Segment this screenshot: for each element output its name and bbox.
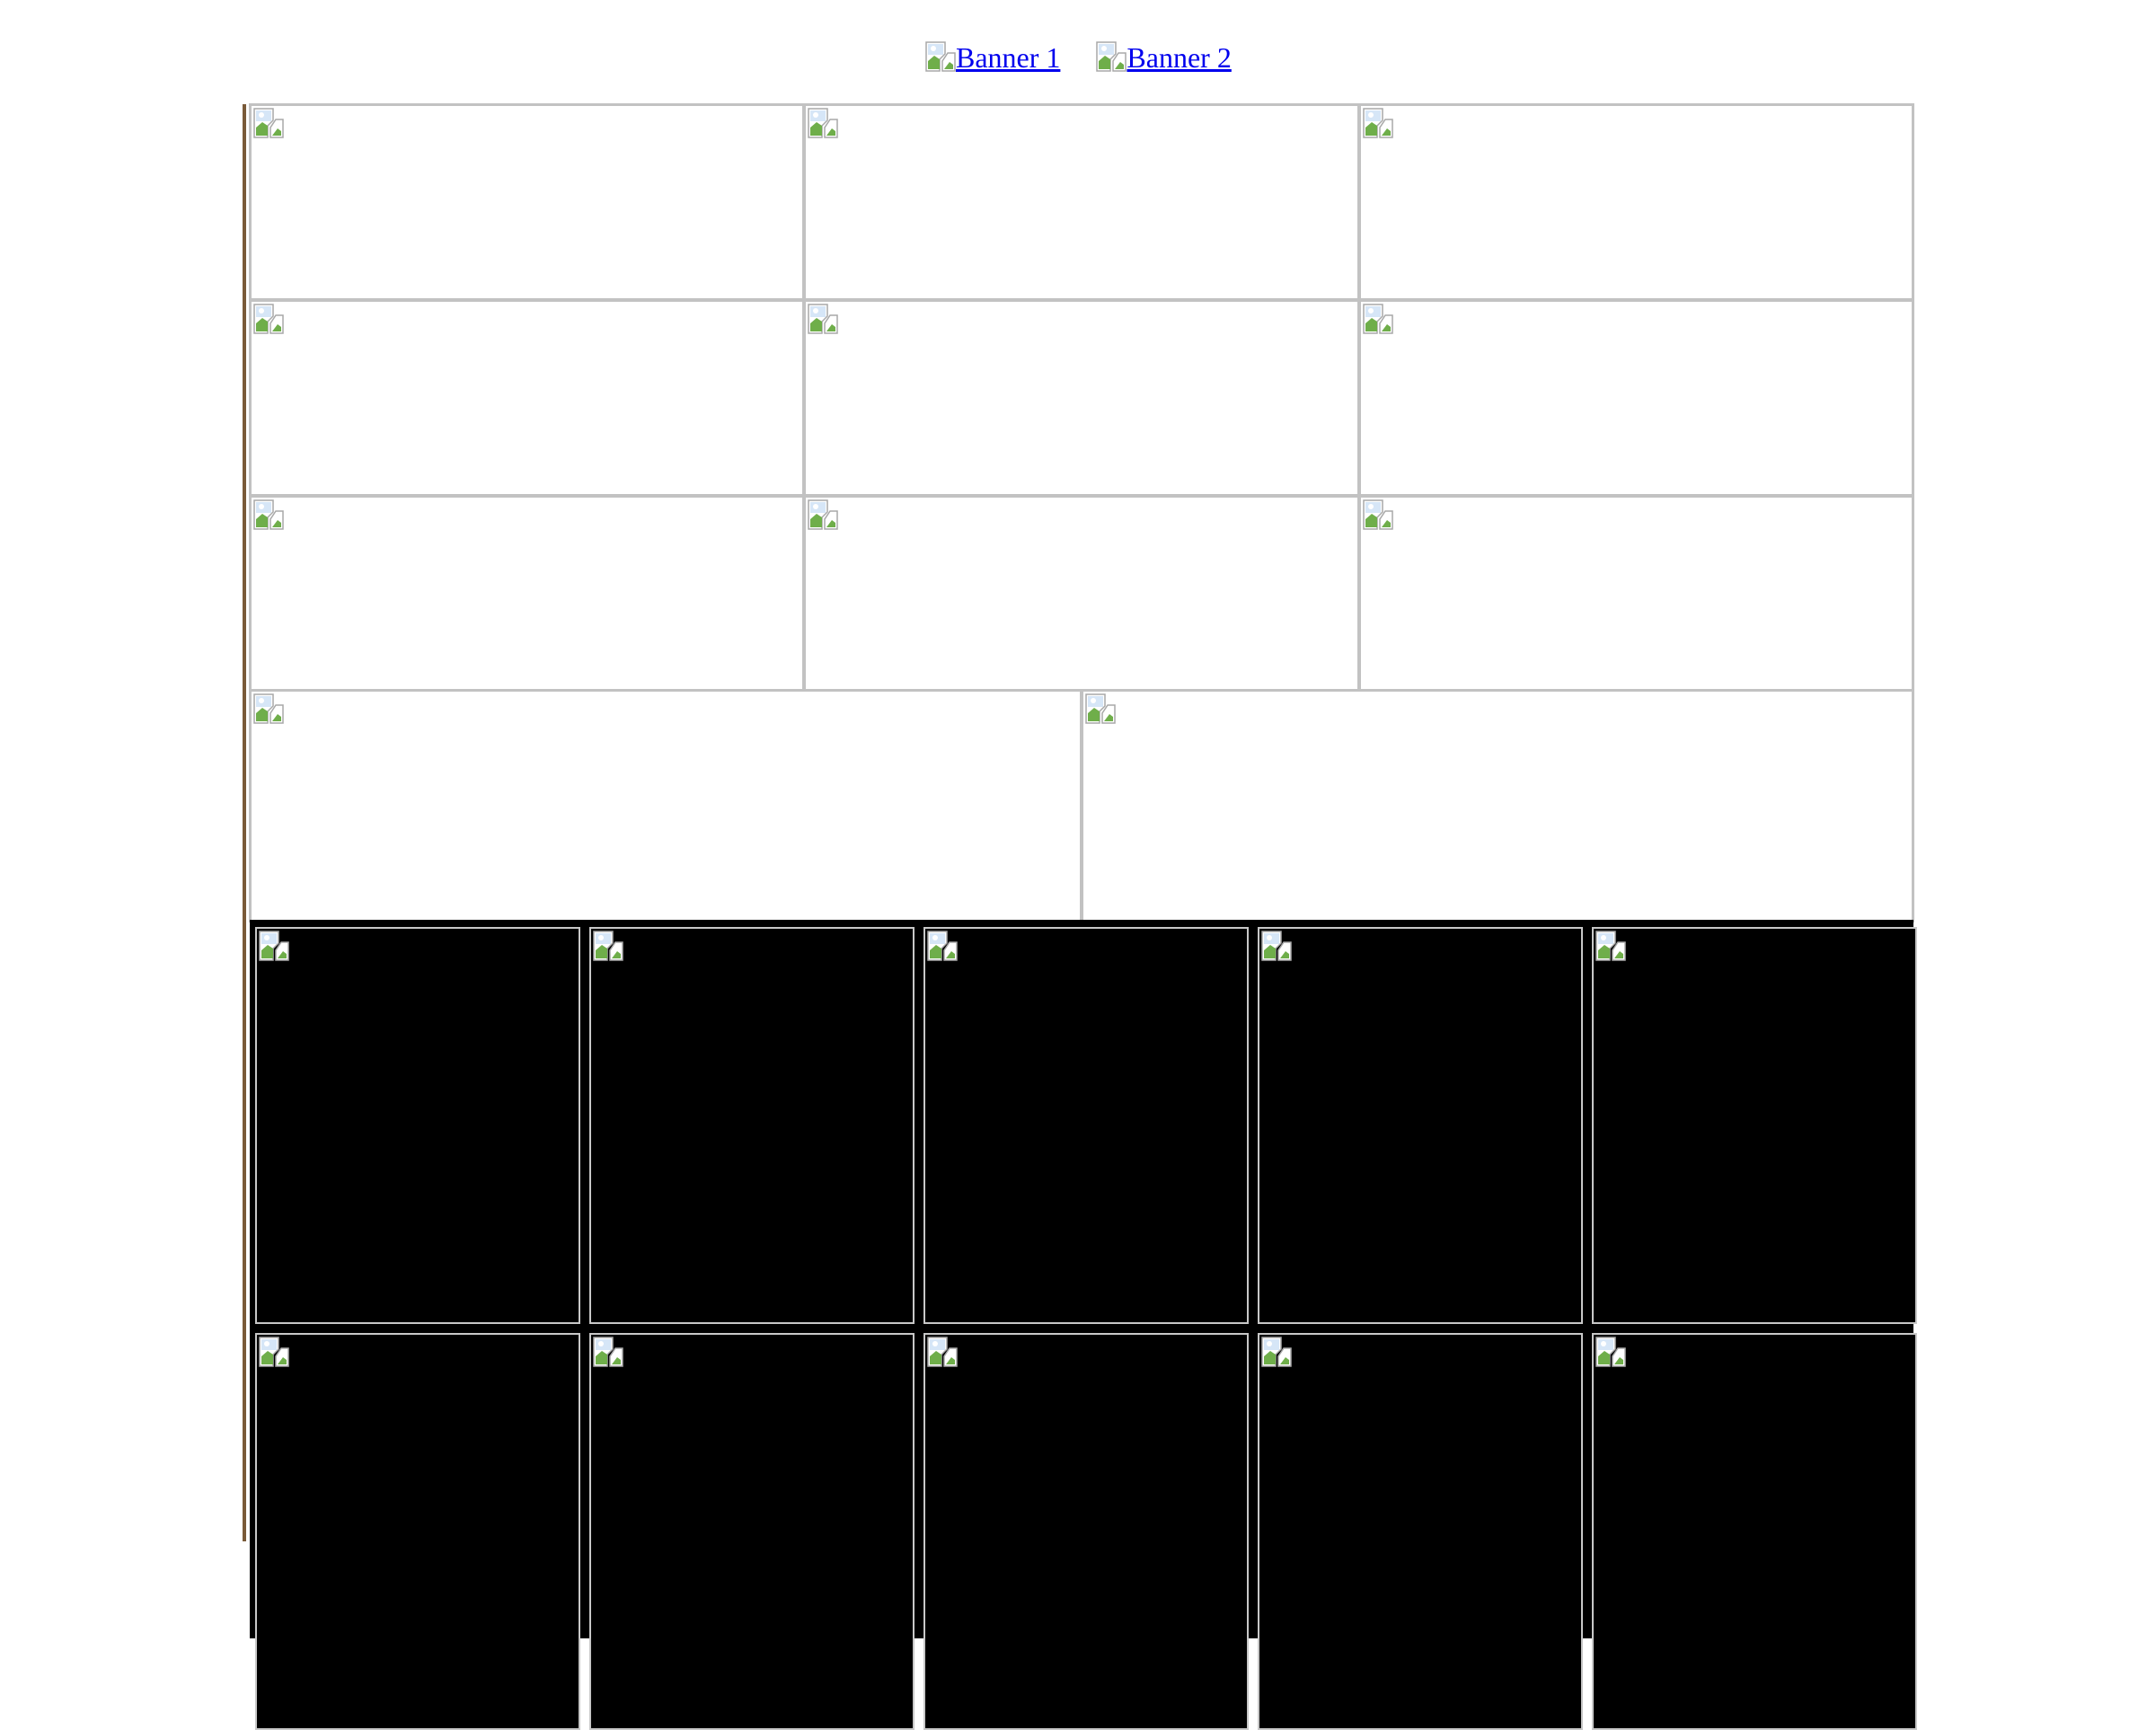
- thumbnail[interactable]: [923, 1333, 1249, 1730]
- image-cell[interactable]: [249, 103, 806, 301]
- broken-image-icon: [1595, 1337, 1626, 1367]
- broken-image-icon: [1362, 304, 1393, 334]
- broken-image-icon: [1362, 499, 1393, 530]
- broken-image-icon: [1261, 931, 1292, 961]
- image-cell[interactable]: [249, 495, 806, 693]
- image-cell[interactable]: [1357, 299, 1914, 497]
- broken-image-icon: [1085, 693, 1116, 724]
- thumbnail[interactable]: [1592, 927, 1917, 1324]
- wide-image-cell[interactable]: [1081, 689, 1914, 922]
- broken-image-icon: [1595, 931, 1626, 961]
- broken-image-icon: [259, 1337, 289, 1367]
- banner-row: Banner 1 Banner 2: [925, 34, 1232, 74]
- banner-1-label[interactable]: Banner 1: [956, 41, 1060, 74]
- broken-image-icon: [927, 931, 958, 961]
- broken-image-icon: [593, 1337, 623, 1367]
- broken-image-icon: [1362, 108, 1393, 138]
- banner-1-link[interactable]: Banner 1: [925, 41, 1060, 74]
- broken-image-icon: [253, 693, 284, 724]
- thumbnail[interactable]: [255, 927, 580, 1324]
- thumbnail[interactable]: [255, 1333, 580, 1730]
- image-cell[interactable]: [803, 299, 1360, 497]
- broken-image-icon: [253, 304, 284, 334]
- thumbnail[interactable]: [923, 927, 1249, 1324]
- banner-2-label[interactable]: Banner 2: [1127, 41, 1231, 74]
- thumbnail[interactable]: [1258, 1333, 1583, 1730]
- broken-image-icon: [808, 304, 839, 334]
- thumbnail[interactable]: [589, 927, 915, 1324]
- image-cell[interactable]: [1357, 103, 1914, 301]
- broken-image-icon: [1096, 41, 1127, 72]
- broken-image-icon: [259, 931, 289, 961]
- broken-image-icon: [925, 41, 956, 72]
- image-cell[interactable]: [1357, 495, 1914, 693]
- broken-image-icon: [593, 931, 623, 961]
- broken-image-icon: [808, 499, 839, 530]
- thumbnail[interactable]: [1258, 927, 1583, 1324]
- broken-image-icon: [927, 1337, 958, 1367]
- thumbnail-gallery: [250, 920, 1917, 1730]
- wide-image-cell[interactable]: [249, 689, 1082, 922]
- content-frame: [243, 103, 1917, 1730]
- thumbnail[interactable]: [589, 1333, 915, 1730]
- broken-image-icon: [808, 108, 839, 138]
- image-cell[interactable]: [803, 495, 1360, 693]
- broken-image-icon: [253, 108, 284, 138]
- banner-2-link[interactable]: Banner 2: [1096, 41, 1232, 74]
- broken-image-icon: [253, 499, 284, 530]
- image-cell[interactable]: [249, 299, 806, 497]
- image-grid: [249, 103, 1914, 693]
- broken-image-icon: [1261, 1337, 1292, 1367]
- thumbnail[interactable]: [1592, 1333, 1917, 1730]
- image-cell[interactable]: [803, 103, 1360, 301]
- wide-image-row: [249, 689, 1914, 922]
